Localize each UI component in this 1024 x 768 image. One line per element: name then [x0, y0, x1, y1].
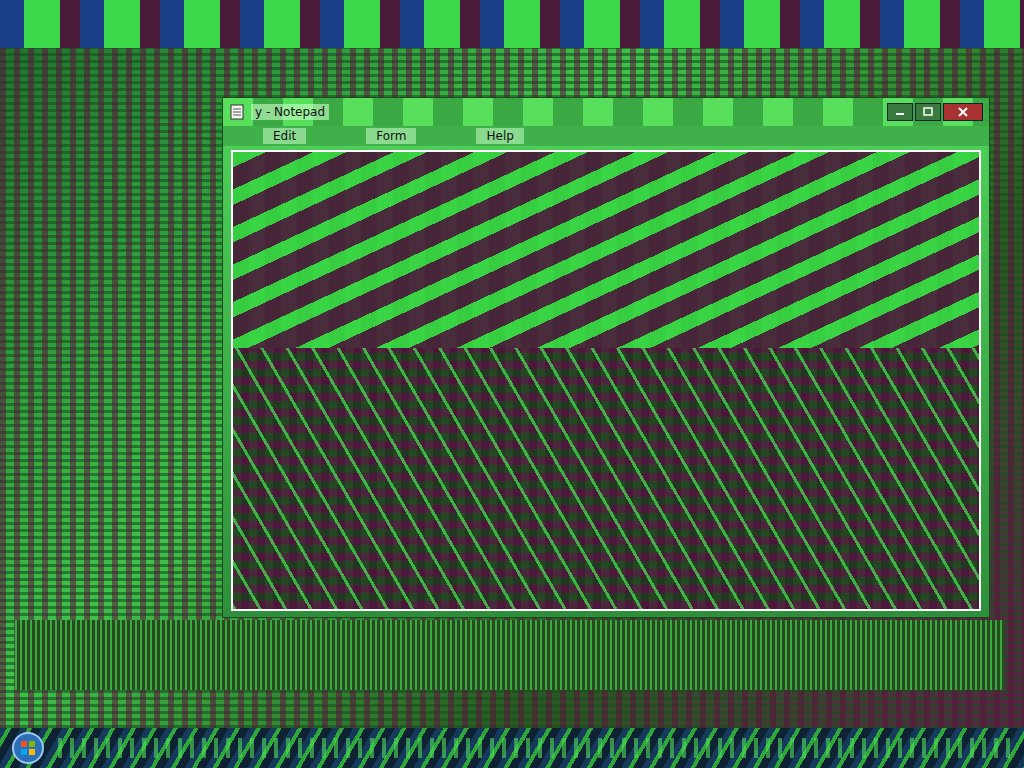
start-button[interactable] — [8, 729, 48, 767]
minimize-icon — [894, 107, 906, 117]
close-icon — [957, 107, 969, 117]
menu-item[interactable]: Help — [476, 128, 523, 144]
menu-bar: Edit Form Help — [223, 126, 989, 146]
menu-item[interactable]: Form — [366, 128, 416, 144]
glitch-pattern — [233, 152, 979, 348]
title-bar[interactable]: y - Notepad — [223, 98, 989, 126]
maximize-icon — [922, 107, 934, 117]
taskbar — [0, 728, 1024, 768]
close-button[interactable] — [943, 103, 983, 121]
glitch-pattern — [233, 348, 979, 609]
desktop: y - Notepad Edit Form Help — [0, 0, 1024, 728]
glitch-band — [15, 620, 1005, 690]
window-title: y - Notepad — [251, 104, 329, 120]
windows-logo-icon — [11, 731, 45, 765]
window-controls — [887, 103, 983, 121]
maximize-button[interactable] — [915, 103, 941, 121]
glitch-band — [0, 0, 1024, 48]
notepad-window[interactable]: y - Notepad Edit Form Help — [222, 97, 990, 618]
screen: y - Notepad Edit Form Help — [0, 0, 1024, 768]
taskbar-glitch — [58, 738, 1016, 758]
text-area[interactable] — [231, 150, 981, 611]
notepad-icon — [229, 104, 245, 120]
minimize-button[interactable] — [887, 103, 913, 121]
menu-item[interactable]: Edit — [263, 128, 306, 144]
